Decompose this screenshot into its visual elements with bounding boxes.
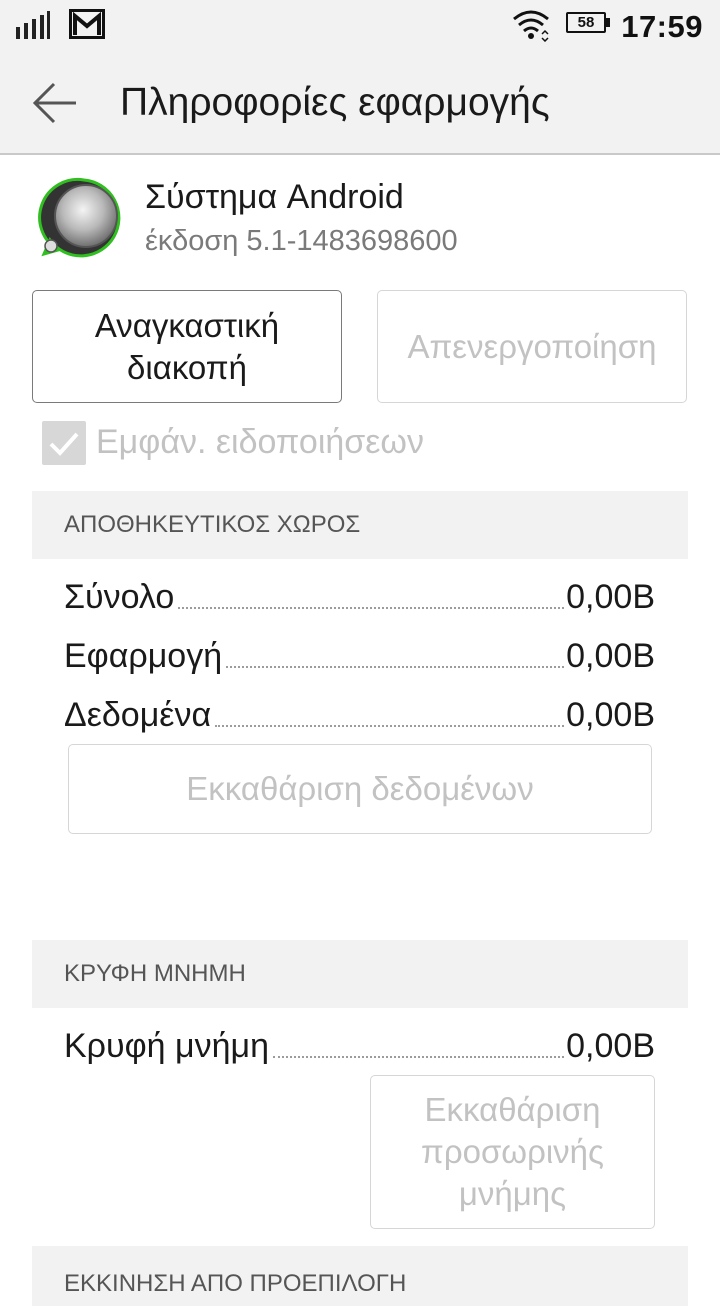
android-system-icon xyxy=(38,177,121,258)
cache-section-header: ΚΡΥΦΗ ΜΝΗΜΗ xyxy=(32,940,688,1008)
storage-data-row: Δεδομένα 0,00B xyxy=(64,695,655,735)
storage-app-label: Εφαρμογή xyxy=(64,637,223,675)
dotted-leader xyxy=(273,1056,565,1058)
force-stop-button[interactable]: Αναγκαστική διακοπή xyxy=(32,290,342,403)
back-arrow-icon[interactable] xyxy=(30,80,80,126)
cache-label: Κρυφή μνήμη xyxy=(64,1027,270,1065)
storage-app-value: 0,00B xyxy=(566,637,655,675)
disable-button[interactable]: Απενεργοποίηση xyxy=(377,290,687,403)
app-name: Σύστημα Android xyxy=(145,178,404,216)
app-version: έκδοση 5.1-1483698600 xyxy=(145,225,458,257)
storage-app-row: Εφαρμογή 0,00B xyxy=(64,636,655,676)
battery-level: 58 xyxy=(577,14,595,31)
show-notifications-checkbox[interactable] xyxy=(42,421,86,465)
checkmark-icon xyxy=(49,432,79,456)
launch-default-section-header: ΕΚΚΙΝΗΣΗ ΑΠΟ ΠΡΟΕΠΙΛΟΓΗ xyxy=(32,1246,688,1306)
storage-total-label: Σύνολο xyxy=(64,578,175,616)
dotted-leader xyxy=(226,666,565,668)
cache-row: Κρυφή μνήμη 0,00B xyxy=(64,1026,655,1066)
gmail-icon xyxy=(69,9,105,39)
battery-cap xyxy=(606,18,610,27)
storage-total-value: 0,00B xyxy=(566,578,655,616)
show-notifications-label: Εμφάν. ειδοποιήσεων xyxy=(96,423,424,461)
clear-data-button[interactable]: Εκκαθάριση δεδομένων xyxy=(68,744,652,834)
storage-total-row: Σύνολο 0,00B xyxy=(64,577,655,617)
signal-icon xyxy=(16,11,50,39)
wifi-icon xyxy=(513,10,549,42)
storage-data-value: 0,00B xyxy=(566,696,655,734)
storage-data-label: Δεδομένα xyxy=(64,696,212,734)
status-time: 17:59 xyxy=(621,9,703,44)
dotted-leader xyxy=(215,725,565,727)
page-title: Πληροφορίες εφαρμογής xyxy=(120,81,550,124)
status-bar xyxy=(0,0,720,52)
cache-value: 0,00B xyxy=(566,1027,655,1065)
dotted-leader xyxy=(178,607,565,609)
storage-section-header: ΑΠΟΘΗΚΕΥΤΙΚΟΣ ΧΩΡΟΣ xyxy=(32,491,688,559)
clear-cache-button[interactable]: Εκκαθάριση προσωρινής μνήμης xyxy=(370,1075,655,1229)
